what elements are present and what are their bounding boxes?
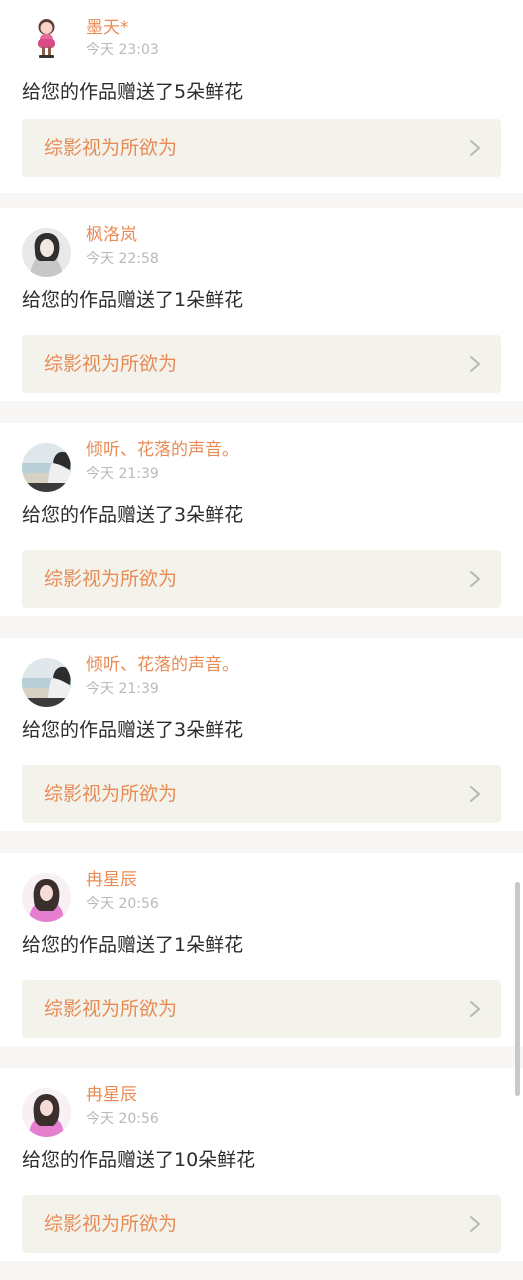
work-title: 综影视为所欲为 [44, 998, 178, 1020]
gift-notification-card: 倾听、花落的声音。 今天 21:39 给您的作品赠送了3朵鲜花 综影视为所欲为 [0, 423, 523, 616]
work-title: 综影视为所欲为 [44, 353, 178, 375]
timestamp: 今天 23:03 [86, 42, 159, 58]
pink-portrait-avatar-icon[interactable] [22, 873, 71, 922]
gift-notification-card: 枫洛岚 今天 22:58 给您的作品赠送了1朵鲜花 综影视为所欲为 [0, 208, 523, 401]
username[interactable]: 倾听、花落的声音。 [86, 653, 239, 677]
seaside-avatar-icon[interactable] [22, 658, 71, 707]
timestamp: 今天 22:58 [86, 251, 159, 267]
work-title: 综影视为所欲为 [44, 783, 178, 805]
work-link-button[interactable]: 综影视为所欲为 [22, 980, 501, 1038]
username[interactable]: 枫洛岚 [86, 223, 137, 247]
timestamp: 今天 20:56 [86, 1111, 159, 1127]
work-link-button[interactable]: 综影视为所欲为 [22, 550, 501, 608]
work-title: 综影视为所欲为 [44, 1213, 178, 1235]
work-link-button[interactable]: 综影视为所欲为 [22, 1195, 501, 1253]
chevron-right-icon [469, 785, 481, 803]
chevron-right-icon [469, 1000, 481, 1018]
username[interactable]: 倾听、花落的声音。 [86, 438, 239, 462]
chevron-right-icon [469, 355, 481, 373]
work-link-button[interactable]: 综影视为所欲为 [22, 765, 501, 823]
chevron-right-icon [469, 1215, 481, 1233]
gift-notification-card: 墨天* 今天 23:03 给您的作品赠送了5朵鲜花 综影视为所欲为 [0, 0, 523, 193]
doll-avatar-icon[interactable] [22, 13, 71, 62]
work-title: 综影视为所欲为 [44, 137, 178, 159]
username[interactable]: 墨天* [86, 16, 129, 40]
scrollbar-thumb[interactable] [515, 882, 520, 1096]
gift-message: 给您的作品赠送了3朵鲜花 [22, 504, 244, 526]
gift-notification-card: 冉星辰 今天 20:56 给您的作品赠送了10朵鲜花 综影视为所欲为 [0, 1068, 523, 1261]
gift-message: 给您的作品赠送了5朵鲜花 [22, 81, 244, 103]
gift-notification-card: 倾听、花落的声音。 今天 21:39 给您的作品赠送了3朵鲜花 综影视为所欲为 [0, 638, 523, 831]
seaside-avatar-icon[interactable] [22, 443, 71, 492]
work-title: 综影视为所欲为 [44, 568, 178, 590]
chevron-right-icon [469, 139, 481, 157]
timestamp: 今天 21:39 [86, 466, 159, 482]
gift-notification-card: 冉星辰 今天 20:56 给您的作品赠送了1朵鲜花 综影视为所欲为 [0, 853, 523, 1046]
pink-portrait-avatar-icon[interactable] [22, 1088, 71, 1137]
username[interactable]: 冉星辰 [86, 868, 137, 892]
work-link-button[interactable]: 综影视为所欲为 [22, 335, 501, 393]
timestamp: 今天 21:39 [86, 681, 159, 697]
scrollbar[interactable] [515, 0, 520, 1280]
work-link-button[interactable]: 综影视为所欲为 [22, 119, 501, 177]
portrait-avatar-icon[interactable] [22, 228, 71, 277]
gift-message: 给您的作品赠送了1朵鲜花 [22, 289, 244, 311]
gift-message: 给您的作品赠送了10朵鲜花 [22, 1149, 256, 1171]
username[interactable]: 冉星辰 [86, 1083, 137, 1107]
gift-message: 给您的作品赠送了1朵鲜花 [22, 934, 244, 956]
gift-message: 给您的作品赠送了3朵鲜花 [22, 719, 244, 741]
chevron-right-icon [469, 570, 481, 588]
timestamp: 今天 20:56 [86, 896, 159, 912]
